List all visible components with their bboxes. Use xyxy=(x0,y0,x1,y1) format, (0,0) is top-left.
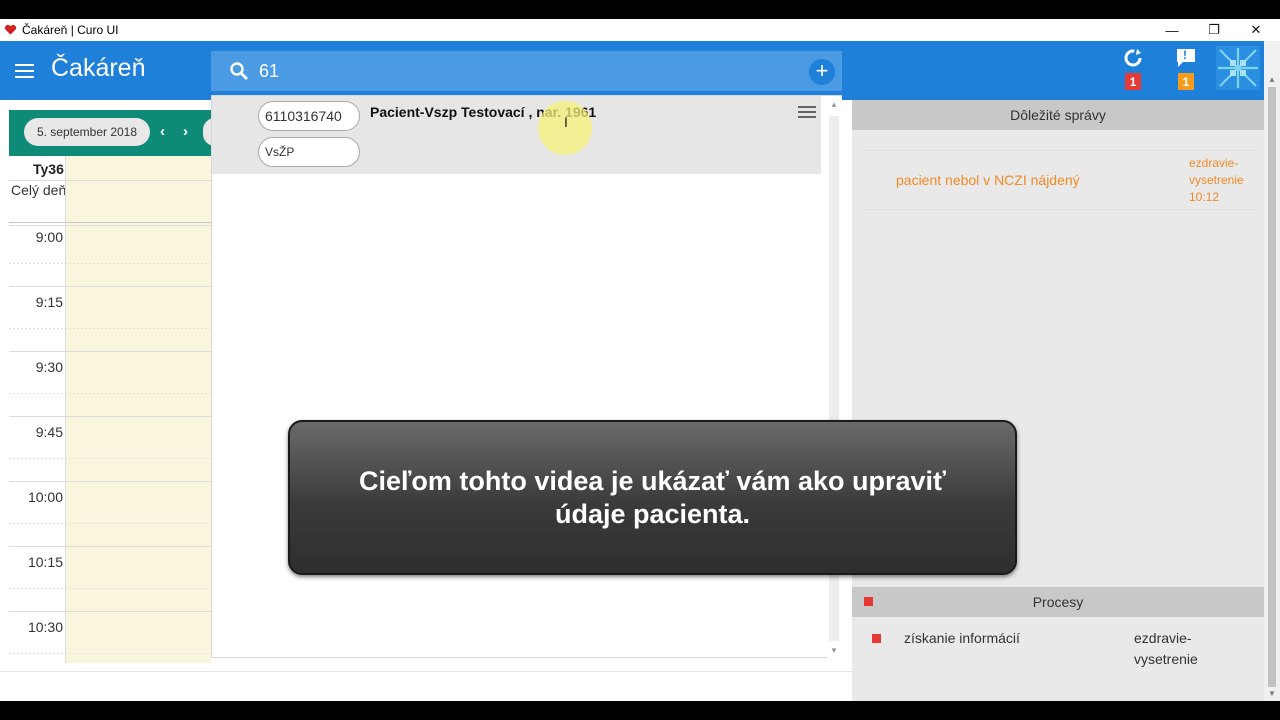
curo-logo-icon xyxy=(1216,46,1260,90)
divider xyxy=(9,286,211,287)
chevron-right-icon[interactable]: › xyxy=(183,123,188,140)
sync-icon[interactable] xyxy=(1122,47,1144,69)
divider xyxy=(9,588,211,589)
title-bar: Čakáreň | Curo UI — ❐ ✕ xyxy=(0,19,1280,41)
calendar-header: 5. september 2018 ‹ › xyxy=(9,110,215,156)
scroll-thumb[interactable] xyxy=(1268,87,1276,687)
divider xyxy=(9,225,211,226)
message-item[interactable]: pacient nebol v NCZI nájdený ezdravie- v… xyxy=(864,150,1254,210)
date-picker-button[interactable]: 5. september 2018 xyxy=(24,118,150,146)
close-button[interactable]: ✕ xyxy=(1234,19,1278,41)
page-scrollbar[interactable]: ▲ ▼ xyxy=(1264,41,1280,701)
divider xyxy=(9,523,211,524)
week-label: Ty36 xyxy=(33,161,64,177)
birth-number-chip: 6110316740 xyxy=(258,101,360,131)
time-label: 10:00 xyxy=(27,489,63,505)
divider xyxy=(9,263,211,264)
time-label: 9:45 xyxy=(35,424,63,440)
sync-count-badge: 1 xyxy=(1125,73,1141,90)
divider xyxy=(9,458,211,459)
message-source: ezdravie- vysetrenie 10:12 xyxy=(1189,155,1244,206)
process-name: získanie informácií xyxy=(904,630,1020,646)
search-input[interactable]: 61 xyxy=(259,61,279,82)
alert-glyph: ! xyxy=(1183,48,1187,62)
divider xyxy=(9,611,211,612)
time-label: 10:15 xyxy=(27,554,63,570)
right-panel: Dôležité správy pacient nebol v NCZI náj… xyxy=(852,100,1264,701)
divider xyxy=(9,222,211,223)
divider xyxy=(9,546,211,547)
caption-text: Cieľom tohto videa je ukázať vám ako upr… xyxy=(359,465,946,529)
message-time: 10:12 xyxy=(1189,190,1220,204)
insurer-chip: VsŽP xyxy=(258,137,360,167)
app-window: Čakáreň | Curo UI — ❐ ✕ Čakáreň 1 ! 1 5.… xyxy=(0,19,1280,701)
process-source-line: ezdravie- xyxy=(1134,630,1192,646)
processes-header: Procesy xyxy=(852,587,1264,617)
day-column[interactable] xyxy=(65,156,211,663)
search-icon xyxy=(230,62,248,80)
text-cursor-icon: I xyxy=(564,114,568,130)
time-label: 9:30 xyxy=(35,359,63,375)
time-label: 9:15 xyxy=(35,294,63,310)
divider xyxy=(9,393,211,394)
alert-message-icon[interactable]: ! xyxy=(1175,47,1197,69)
chevron-left-icon[interactable]: ‹ xyxy=(160,123,165,140)
scroll-up-icon[interactable]: ▲ xyxy=(830,100,838,109)
time-label: 9:00 xyxy=(35,229,63,245)
calendar-grid: Ty36 Celý deň 9:00 9:15 9:30 9:45 10:00 … xyxy=(9,156,211,663)
message-source-line: vysetrenie xyxy=(1189,173,1244,187)
divider xyxy=(65,156,66,663)
video-caption-overlay: Cieľom tohto videa je ukázať vám ako upr… xyxy=(288,420,1017,575)
screen: Čakáreň | Curo UI — ❐ ✕ Čakáreň 1 ! 1 5.… xyxy=(0,0,1280,720)
patient-result-row[interactable]: 6110316740 VsŽP Pacient-Vszp Testovací ,… xyxy=(212,96,821,174)
search-bar: 61 + xyxy=(211,51,842,91)
process-item[interactable]: získanie informácií ezdravie- vysetrenie xyxy=(852,620,1264,670)
important-messages-header: Dôležité správy xyxy=(852,100,1264,130)
divider xyxy=(9,328,211,329)
divider xyxy=(9,653,211,654)
process-status-marker xyxy=(872,634,881,643)
message-source-line: ezdravie- xyxy=(1189,156,1239,170)
divider xyxy=(9,180,211,181)
hamburger-menu-icon[interactable] xyxy=(15,64,34,78)
add-patient-button[interactable]: + xyxy=(809,59,835,85)
row-menu-icon[interactable] xyxy=(798,106,816,118)
time-label: 10:30 xyxy=(27,619,63,635)
process-status-marker xyxy=(864,597,873,606)
bottom-bar xyxy=(0,671,852,701)
scroll-up-icon[interactable]: ▲ xyxy=(1268,75,1276,84)
window-title: Čakáreň | Curo UI xyxy=(22,23,119,37)
message-text: pacient nebol v NCZI nájdený xyxy=(896,172,1080,188)
divider xyxy=(9,481,211,482)
divider xyxy=(9,416,211,417)
minimize-button[interactable]: — xyxy=(1150,19,1194,41)
scroll-down-icon[interactable]: ▼ xyxy=(830,646,838,655)
scroll-down-icon[interactable]: ▼ xyxy=(1268,689,1276,698)
process-source-line: vysetrenie xyxy=(1134,651,1198,667)
page-title: Čakáreň xyxy=(51,54,146,82)
all-day-label: Celý deň xyxy=(11,182,67,198)
alert-count-badge: 1 xyxy=(1178,73,1194,90)
heart-app-icon xyxy=(4,24,17,35)
divider xyxy=(9,351,211,352)
restore-button[interactable]: ❐ xyxy=(1192,19,1236,41)
processes-title: Procesy xyxy=(1032,594,1084,610)
